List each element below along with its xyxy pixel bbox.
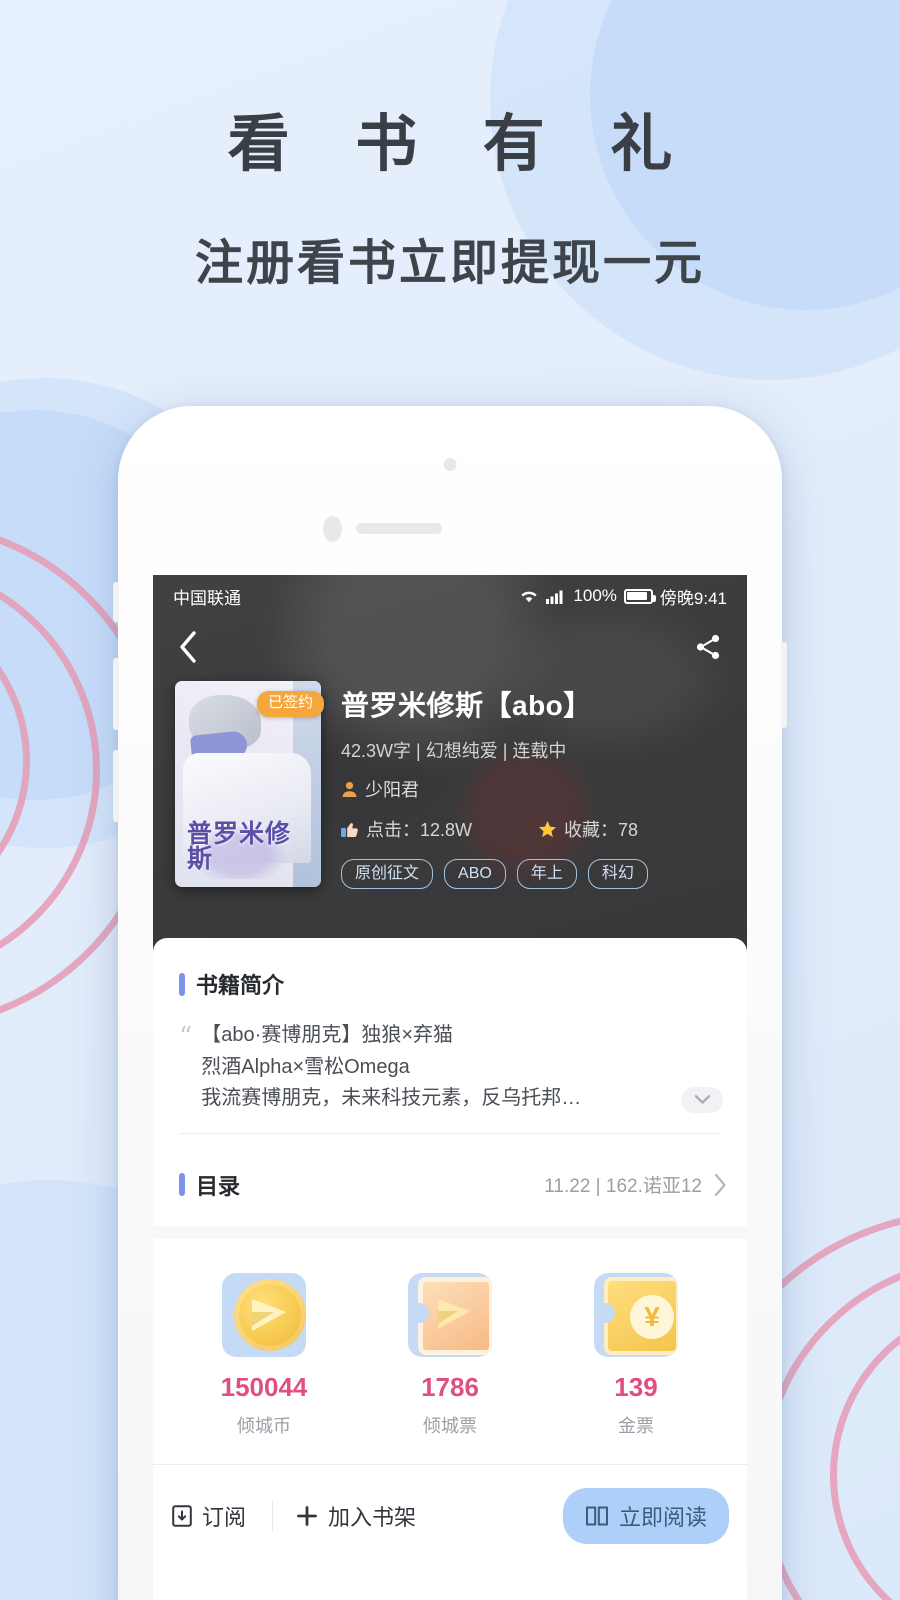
promo-headline: 看 书 有 礼 [227,107,695,180]
add-to-shelf-label: 加入书架 [328,1505,417,1531]
add-to-shelf-button[interactable]: 加入书架 [295,1500,416,1532]
currency-item-ticket[interactable]: 1786 倾城票 [357,1272,543,1438]
book-summary-row: 普罗米修斯 已签约 普罗米修斯【abo】 42.3W字 | 幻想纯爱 | 连载中… [153,677,747,890]
read-now-label: 立即阅读 [618,1505,707,1531]
bottom-action-bar: 订阅 加入书架 立即阅读 [153,1463,747,1548]
wifi-icon [519,589,539,604]
book-icon [585,1505,609,1527]
currency-summary-row: 150044 倾城币 1786 倾城票 ¥ 139 金票 [153,1238,747,1464]
chevron-right-icon[interactable] [714,1173,727,1197]
book-detail-card: 书籍简介 “ 【abo·赛博朋克】独狼×弃猫 烈酒Alpha×雪松Omega 我… [153,938,747,1548]
phone-sensor-icon [323,516,342,542]
book-tag[interactable]: 年上 [516,859,577,890]
app-nav-bar [153,617,747,677]
book-title: 普罗米修斯【abo】 [341,690,592,721]
currency-value: 150044 [220,1371,308,1402]
book-stats-row: 点击：12.8W 收藏：78 [341,816,725,842]
synopsis-body[interactable]: “ 【abo·赛博朋克】独狼×弃猫 烈酒Alpha×雪松Omega 我流赛博朋克… [179,1020,723,1115]
currency-label: 金票 [618,1415,654,1436]
clicks-value: 点击：12.8W [366,820,473,840]
synopsis-line: 烈酒Alpha×雪松Omega [201,1055,410,1078]
cover-title-text: 普罗米修斯 [187,819,292,873]
phone-camera-icon [443,458,457,471]
book-info-block: 普罗米修斯【abo】 42.3W字 | 幻想纯爱 | 连载中 少阳君 点击：12… [341,681,725,890]
star-icon [538,820,557,839]
status-time: 傍晚9:41 [659,588,727,608]
book-author-row[interactable]: 少阳君 [341,776,725,802]
status-bar: 中国联通 100% 傍晚9:41 [153,575,747,617]
synopsis-title: 书籍简介 [196,973,285,998]
book-tag[interactable]: 科幻 [587,859,648,890]
currency-value: 139 [614,1371,658,1402]
section-accent-bar [179,972,185,996]
currency-value: 1786 [421,1371,479,1402]
book-tag-list: 原创征文 ABO 年上 科幻 [341,859,725,890]
quote-mark-icon: “ [179,1022,193,1052]
status-carrier: 中国联通 [173,588,241,608]
synopsis-section: 书籍简介 “ 【abo·赛博朋克】独狼×弃猫 烈酒Alpha×雪松Omega 我… [153,938,747,1144]
currency-label: 倾城票 [423,1415,477,1436]
catalog-latest-chapter: 11.22 | 162.诺亚12 [544,1176,702,1198]
catalog-row[interactable]: 目录 11.22 | 162.诺亚12 [153,1144,747,1226]
yen-ticket-icon: ¥ [594,1272,678,1357]
phone-mute-switch [113,582,119,622]
ticket-icon [408,1272,492,1357]
catalog-latest-group: 11.22 | 162.诺亚12 [544,1171,727,1198]
book-hero-section: 中国联通 100% 傍晚9:41 普罗米修斯 已签约 普罗米修斯【abo】 42… [153,575,747,952]
phone-volume-down-button [113,750,119,822]
coin-icon [222,1272,306,1357]
read-now-button[interactable]: 立即阅读 [562,1488,729,1545]
chevron-down-icon[interactable] [681,1086,723,1113]
signed-badge: 已签约 [256,691,324,717]
favorites-stat: 收藏：78 [538,816,638,842]
subscribe-button[interactable]: 订阅 [171,1500,246,1532]
catalog-header: 目录 [179,1169,240,1201]
phone-screen: 中国联通 100% 傍晚9:41 普罗米修斯 已签约 普罗米修斯【abo】 42… [153,575,747,1600]
synopsis-line: 我流赛博朋克，未来科技元素，反乌托邦… [201,1087,582,1110]
catalog-title: 目录 [196,1173,241,1199]
book-cover-wrapper[interactable]: 普罗米修斯 已签约 [175,681,324,887]
phone-volume-up-button [113,658,119,730]
book-tag[interactable]: 原创征文 [341,859,434,890]
thumbs-up-icon [341,821,359,838]
action-divider [272,1501,274,1532]
share-icon[interactable] [693,632,723,662]
book-tag[interactable]: ABO [444,859,506,890]
book-author-name: 少阳君 [365,780,419,800]
user-icon [341,781,358,798]
clicks-stat: 点击：12.8W [341,816,472,842]
book-meta: 42.3W字 | 幻想纯爱 | 连载中 [341,741,567,761]
battery-icon [623,588,656,604]
battery-percent-label: 100% [573,586,617,605]
plus-icon [295,1504,319,1528]
phone-mockup: 中国联通 100% 傍晚9:41 普罗米修斯 已签约 普罗米修斯【abo】 42… [113,406,787,1600]
currency-label: 倾城币 [237,1415,291,1436]
favorites-value: 收藏：78 [564,820,639,840]
phone-power-button [781,642,787,728]
bookmark-plus-icon [171,1504,193,1528]
currency-item-coin[interactable]: 150044 倾城币 [171,1272,357,1438]
phone-speaker-grill [356,523,442,534]
synopsis-header: 书籍简介 [179,968,721,1000]
section-accent-bar [179,1173,185,1197]
subscribe-label: 订阅 [202,1505,247,1531]
signal-bars-icon [546,589,566,604]
synopsis-text: 【abo·赛博朋克】独狼×弃猫 烈酒Alpha×雪松Omega 我流赛博朋克，未… [201,1020,581,1115]
chevron-left-icon[interactable] [177,630,199,664]
currency-item-gold-ticket[interactable]: ¥ 139 金票 [543,1272,729,1438]
section-gap [153,1225,747,1239]
synopsis-line: 【abo·赛博朋克】独狼×弃猫 [201,1024,454,1046]
promo-headline-group: 看 书 有 礼 注册看书立即提现一元 [0,108,900,293]
promo-subheadline: 注册看书立即提现一元 [194,235,705,292]
synopsis-divider [179,1132,721,1134]
